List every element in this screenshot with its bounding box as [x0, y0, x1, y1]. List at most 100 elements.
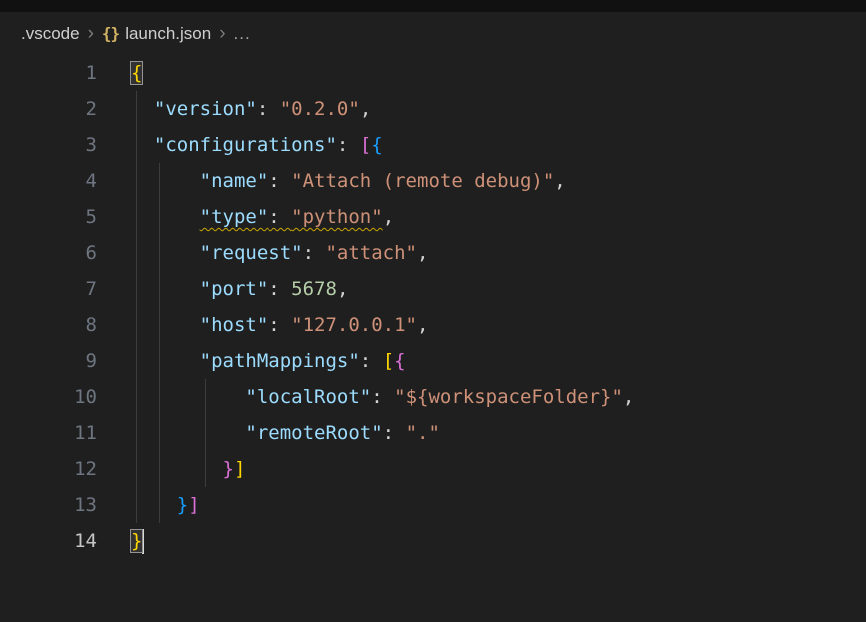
- code-line[interactable]: }]: [131, 487, 866, 523]
- code-token: :: [383, 422, 406, 444]
- code-token: :: [268, 170, 291, 192]
- code-token: "configurations": [154, 134, 337, 156]
- code-line[interactable]: }]: [131, 451, 866, 487]
- code-text: "port": 5678,: [131, 278, 348, 300]
- line-number: 13: [0, 487, 97, 523]
- code-token: :: [268, 278, 291, 300]
- code-token: :: [257, 98, 280, 120]
- code-token: ,: [360, 98, 371, 120]
- breadcrumb-folder[interactable]: .vscode: [21, 24, 80, 44]
- code-text: "request": "attach",: [131, 242, 428, 264]
- code-token: "${workspaceFolder}": [394, 386, 623, 408]
- code-token: :: [268, 206, 291, 228]
- code-token: "type": [200, 206, 269, 228]
- code-token: :: [303, 242, 326, 264]
- code-token: "pathMappings": [200, 350, 360, 372]
- code-token: ,: [623, 386, 634, 408]
- line-number: 6: [0, 235, 97, 271]
- code-token: :: [371, 386, 394, 408]
- code-token: ".": [406, 422, 440, 444]
- code-text: }]: [131, 458, 245, 480]
- code-line[interactable]: "host": "127.0.0.1",: [131, 307, 866, 343]
- matched-bracket: }: [131, 530, 142, 552]
- code-text: "host": "127.0.0.1",: [131, 314, 428, 336]
- code-token: :: [360, 350, 383, 372]
- json-braces-icon: {}: [102, 24, 119, 43]
- code-token: ,: [337, 278, 348, 300]
- code-line[interactable]: "port": 5678,: [131, 271, 866, 307]
- code-line[interactable]: "remoteRoot": ".": [131, 415, 866, 451]
- code-token: ,: [383, 206, 394, 228]
- code-line[interactable]: "localRoot": "${workspaceFolder}",: [131, 379, 866, 415]
- code-token: ]: [188, 494, 199, 516]
- code-text: {: [131, 62, 142, 84]
- code-token: "0.2.0": [280, 98, 360, 120]
- line-number: 11: [0, 415, 97, 451]
- code-token: "python": [291, 206, 383, 228]
- line-number: 5: [0, 199, 97, 235]
- code-token: }: [223, 458, 234, 480]
- vscode-editor-window: .vscode › {} launch.json › ... 123456789…: [0, 0, 866, 622]
- code-line[interactable]: "type": "python",: [131, 199, 866, 235]
- code-token: "version": [154, 98, 257, 120]
- code-token: "Attach (remote debug)": [291, 170, 554, 192]
- code-token: ,: [417, 314, 428, 336]
- code-line[interactable]: "version": "0.2.0",: [131, 91, 866, 127]
- matched-bracket: {: [131, 62, 142, 84]
- chevron-right-icon: ›: [219, 24, 225, 43]
- line-number: 8: [0, 307, 97, 343]
- code-line[interactable]: "name": "Attach (remote debug)",: [131, 163, 866, 199]
- text-cursor: [142, 529, 144, 554]
- code-pane[interactable]: { "version": "0.2.0", "configurations": …: [97, 55, 866, 559]
- code-text: "remoteRoot": ".": [131, 422, 440, 444]
- line-number: 4: [0, 163, 97, 199]
- line-number: 7: [0, 271, 97, 307]
- breadcrumb-file[interactable]: launch.json: [125, 24, 211, 44]
- code-token: [: [360, 134, 371, 156]
- line-number: 9: [0, 343, 97, 379]
- chevron-right-icon: ›: [88, 24, 94, 43]
- editor[interactable]: 1234567891011121314 { "version": "0.2.0"…: [0, 55, 866, 559]
- code-token: :: [268, 314, 291, 336]
- code-text: "name": "Attach (remote debug)",: [131, 170, 566, 192]
- code-token: ,: [554, 170, 565, 192]
- breadcrumb: .vscode › {} launch.json › ...: [0, 12, 866, 55]
- code-line[interactable]: "pathMappings": [{: [131, 343, 866, 379]
- code-token: ,: [417, 242, 428, 264]
- code-text: "type": "python",: [131, 206, 394, 228]
- code-token: "remoteRoot": [245, 422, 382, 444]
- gutter: 1234567891011121314: [0, 55, 97, 559]
- code-text: }: [131, 530, 144, 552]
- line-number: 2: [0, 91, 97, 127]
- line-number: 12: [0, 451, 97, 487]
- code-token: "127.0.0.1": [291, 314, 417, 336]
- code-token: "port": [200, 278, 269, 300]
- line-number: 1: [0, 55, 97, 91]
- code-text: "version": "0.2.0",: [131, 98, 371, 120]
- code-text: "pathMappings": [{: [131, 350, 406, 372]
- code-token: }: [177, 494, 188, 516]
- code-token: "name": [200, 170, 269, 192]
- code-line[interactable]: {: [131, 55, 866, 91]
- code-line[interactable]: "request": "attach",: [131, 235, 866, 271]
- line-number: 10: [0, 379, 97, 415]
- line-number: 3: [0, 127, 97, 163]
- code-token: "request": [200, 242, 303, 264]
- code-token: :: [337, 134, 360, 156]
- code-line[interactable]: "configurations": [{: [131, 127, 866, 163]
- code-token: "localRoot": [245, 386, 371, 408]
- code-token: 5678: [291, 278, 337, 300]
- code-token: {: [394, 350, 405, 372]
- line-number: 14: [0, 523, 97, 559]
- tab-bar-strip: [0, 0, 866, 12]
- breadcrumb-symbol-more[interactable]: ...: [234, 24, 251, 44]
- code-token: [: [383, 350, 394, 372]
- code-token: ]: [234, 458, 245, 480]
- code-token: "host": [200, 314, 269, 336]
- code-token: "attach": [325, 242, 417, 264]
- code-text: "configurations": [{: [131, 134, 383, 156]
- code-token: {: [371, 134, 382, 156]
- code-text: }]: [131, 494, 200, 516]
- code-text: "localRoot": "${workspaceFolder}",: [131, 386, 634, 408]
- code-line[interactable]: }: [131, 523, 866, 559]
